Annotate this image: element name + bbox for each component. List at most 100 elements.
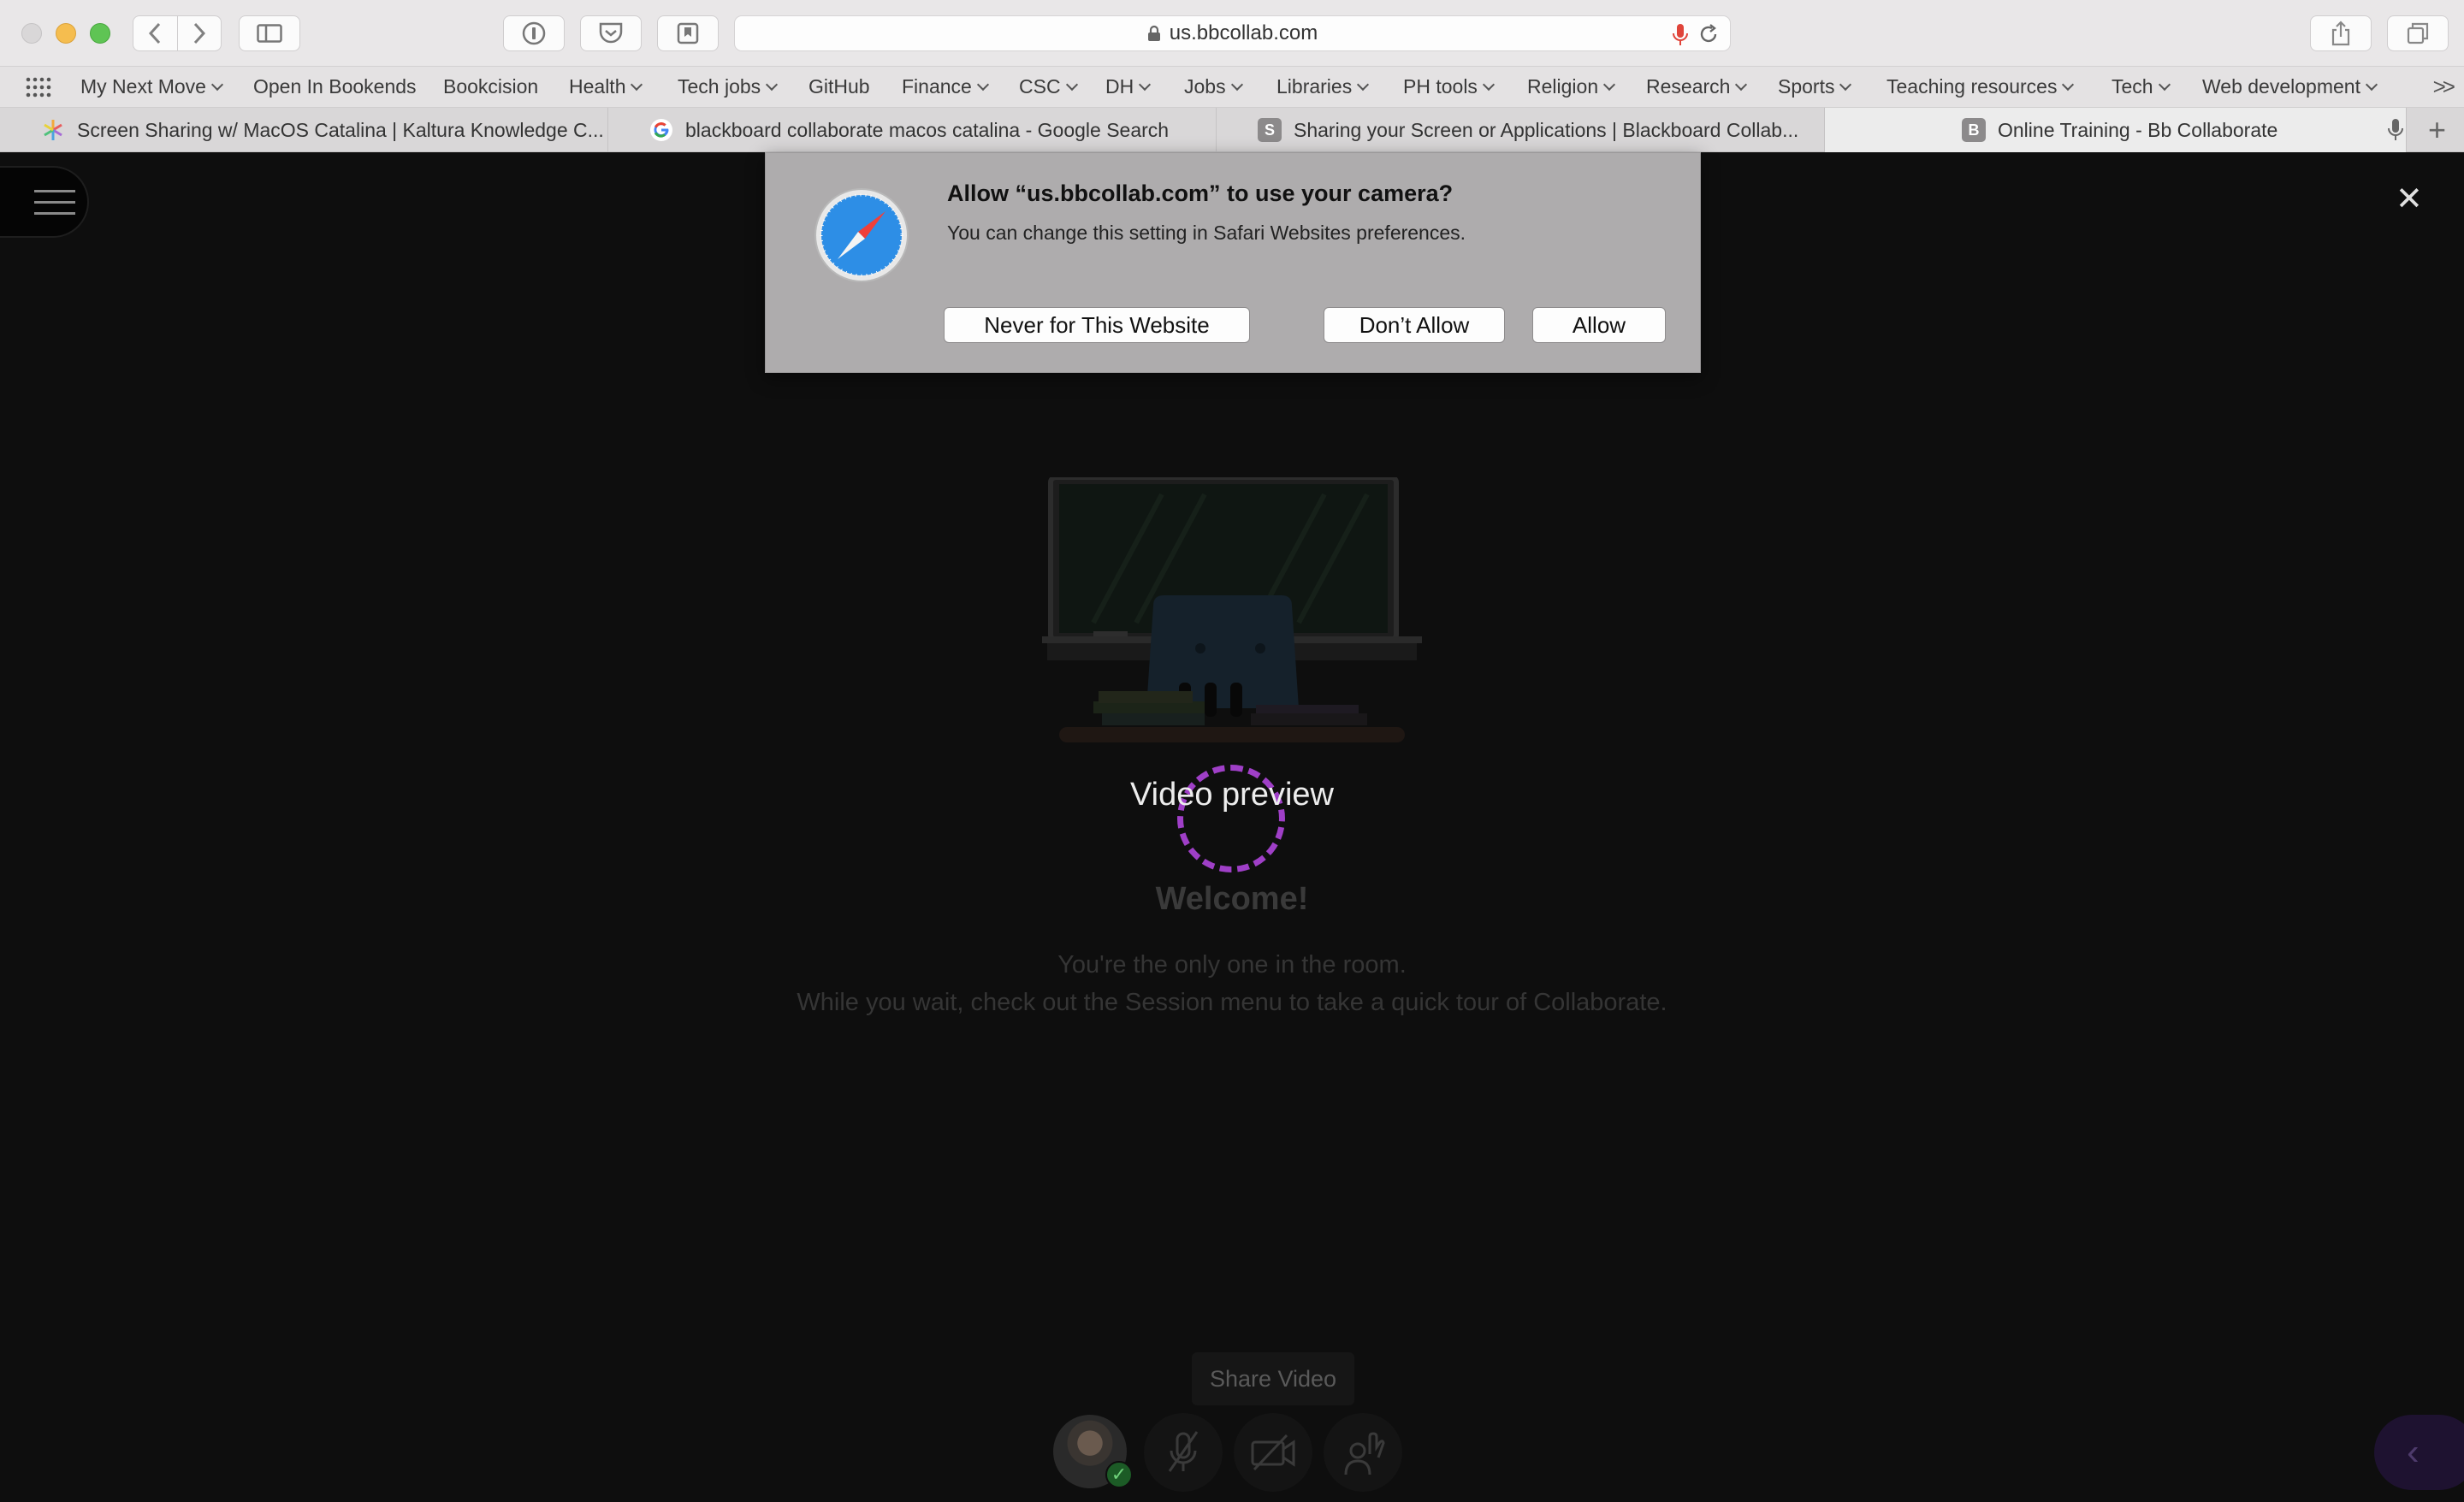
- dont-allow-button[interactable]: Don’t Allow: [1324, 307, 1505, 343]
- chevron-left-icon: ‹: [2407, 1431, 2420, 1473]
- chevron-down-icon: [2158, 78, 2171, 91]
- bookmark-item[interactable]: Web development: [2202, 75, 2378, 98]
- bookmark-label: Tech: [2112, 75, 2153, 98]
- bookmark-item[interactable]: My Next Move: [80, 75, 224, 98]
- tab-blackboard-help[interactable]: S Sharing your Screen or Applications | …: [1217, 108, 1825, 152]
- bookmark-item[interactable]: PH tools: [1403, 75, 1496, 98]
- bookmark-item[interactable]: GitHub: [808, 75, 870, 98]
- tab-microphone-icon[interactable]: [2387, 118, 2404, 142]
- bookmarks-overflow-button[interactable]: >>: [2433, 74, 2455, 100]
- allow-button[interactable]: Allow: [1532, 307, 1666, 343]
- session-menu-button[interactable]: [0, 166, 89, 238]
- bookmark-item[interactable]: Tech: [2112, 75, 2171, 98]
- bookmark-label: Teaching resources: [1886, 75, 2058, 98]
- dialog-subtitle: You can change this setting in Safari We…: [947, 222, 1466, 244]
- tab-overview-button[interactable]: [2387, 15, 2449, 51]
- kaltura-pinwheel-icon: [44, 120, 62, 140]
- chevron-down-icon: [1357, 78, 1370, 91]
- welcome-heading: Welcome!: [1155, 881, 1309, 917]
- bookmark-item[interactable]: Teaching resources: [1886, 75, 2075, 98]
- pocket-icon: [599, 22, 623, 44]
- google-g-icon: [650, 119, 672, 141]
- tab-title: blackboard collaborate macos catalina - …: [685, 118, 1170, 141]
- bookmark-label: CSC: [1019, 75, 1061, 98]
- bookmark-item[interactable]: Tech jobs: [678, 75, 779, 98]
- bookmark-label: Jobs: [1184, 75, 1226, 98]
- tab-bar: Screen Sharing w/ MacOS Catalina | Kaltu…: [0, 108, 2464, 152]
- video-preview-label: Video preview: [1129, 777, 1334, 813]
- camera-toggle-button[interactable]: [1234, 1413, 1312, 1492]
- forward-button[interactable]: [176, 16, 221, 50]
- new-tab-button[interactable]: +: [2428, 113, 2446, 147]
- onepassword-icon: [522, 21, 546, 45]
- password-extension-button[interactable]: [503, 15, 565, 51]
- tab-title: Sharing your Screen or Applications | Bl…: [1294, 118, 1799, 141]
- bookmark-item[interactable]: Research: [1646, 75, 1748, 98]
- close-panel-button[interactable]: ✕: [2396, 183, 2423, 216]
- tab-bb-collaborate[interactable]: B Online Training - Bb Collaborate: [1825, 108, 2407, 152]
- bookmark-item[interactable]: DH: [1105, 75, 1152, 98]
- bookmark-label: Libraries: [1276, 75, 1353, 98]
- raise-hand-button[interactable]: [1324, 1413, 1402, 1492]
- bookmark-icon: [677, 22, 699, 44]
- site-letter-icon: S: [1258, 118, 1282, 142]
- hamburger-icon: [34, 190, 75, 223]
- window-minimize-button[interactable]: [56, 23, 76, 44]
- camera-permission-dialog: Allow “us.bbcollab.com” to use your came…: [765, 152, 1701, 373]
- chevron-down-icon: [1065, 78, 1078, 91]
- microphone-icon[interactable]: [1672, 23, 1689, 47]
- sidebar-toggle-button[interactable]: [239, 15, 300, 51]
- sidebar-icon: [257, 24, 282, 43]
- dialog-title: Allow “us.bbcollab.com” to use your came…: [947, 180, 1454, 206]
- bookmarks-bar: >> My Next Move Open In Bookends Bookcisio…: [0, 67, 2464, 108]
- apps-grid-icon[interactable]: [26, 77, 51, 98]
- camera-off-icon: [1251, 1434, 1295, 1471]
- chevron-right-icon: [193, 22, 206, 44]
- bookmark-extension-button[interactable]: [657, 15, 719, 51]
- collaborate-panel-toggle[interactable]: ‹: [2374, 1415, 2464, 1490]
- chevron-down-icon: [2365, 78, 2378, 91]
- address-bar[interactable]: us.bbcollab.com: [734, 15, 1731, 51]
- window-zoom-button[interactable]: [90, 23, 110, 44]
- chevron-down-icon: [2062, 78, 2075, 91]
- bookmark-label: Web development: [2202, 75, 2360, 98]
- share-button[interactable]: [2310, 15, 2372, 51]
- tab-google-search[interactable]: blackboard collaborate macos catalina - …: [608, 108, 1217, 152]
- bookmark-item[interactable]: Jobs: [1184, 75, 1243, 98]
- session-tour-hint: While you wait, check out the Session me…: [797, 989, 1667, 1016]
- never-for-website-button[interactable]: Never for This Website: [944, 307, 1250, 343]
- tab-kaltura[interactable]: Screen Sharing w/ MacOS Catalina | Kaltu…: [0, 108, 608, 152]
- microphone-toggle-button[interactable]: [1144, 1413, 1223, 1492]
- chevron-down-icon: [1482, 78, 1496, 91]
- chevron-down-icon: [976, 78, 989, 91]
- bookmark-item[interactable]: Open In Bookends: [253, 75, 417, 98]
- microphone-off-icon: [1168, 1431, 1199, 1472]
- back-button[interactable]: [133, 16, 177, 50]
- raise-hand-icon: [1344, 1432, 1385, 1475]
- bookmark-item[interactable]: Sports: [1778, 75, 1852, 98]
- tab-title: Screen Sharing w/ MacOS Catalina | Kaltu…: [77, 118, 604, 141]
- history-nav: [133, 15, 222, 51]
- empty-classroom-illustration: [1042, 477, 1422, 742]
- reload-icon[interactable]: [1697, 23, 1720, 45]
- bookmark-label: GitHub: [808, 75, 870, 98]
- bookmark-item[interactable]: Bookcision: [443, 75, 538, 98]
- pocket-extension-button[interactable]: [580, 15, 642, 51]
- chevron-down-icon: [1735, 78, 1748, 91]
- chevron-down-icon: [1603, 78, 1616, 91]
- window-close-button[interactable]: [21, 23, 42, 44]
- bookmark-label: PH tools: [1403, 75, 1478, 98]
- bookmark-item[interactable]: Finance: [902, 75, 989, 98]
- bookmark-item[interactable]: CSC: [1019, 75, 1078, 98]
- chevron-down-icon: [1230, 78, 1243, 91]
- url-text: us.bbcollab.com: [1169, 21, 1318, 44]
- bookmark-item[interactable]: Religion: [1527, 75, 1616, 98]
- bookmark-label: Religion: [1527, 75, 1599, 98]
- tab-title: Online Training - Bb Collaborate: [1998, 118, 2278, 141]
- bookmark-item[interactable]: Libraries: [1276, 75, 1370, 98]
- chevron-down-icon: [1839, 78, 1852, 91]
- lock-icon: [1147, 25, 1160, 41]
- chevron-down-icon: [766, 78, 779, 91]
- bookmark-item[interactable]: Health: [569, 75, 643, 98]
- browser-toolbar: us.bbcollab.com: [0, 0, 2464, 67]
